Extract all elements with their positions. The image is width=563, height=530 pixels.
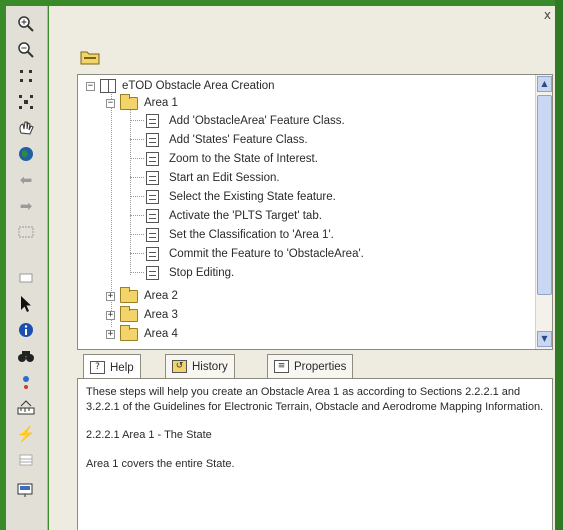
step-icon (146, 190, 159, 204)
step-icon (146, 247, 159, 261)
step-label: Start an Edit Session. (169, 172, 280, 184)
panel-tabs: ? Help ↺ History ≡ Properties (77, 354, 553, 380)
area-1-label: Area 1 (144, 97, 178, 109)
forward-icon[interactable]: ➡ (14, 196, 38, 216)
step-label: Set the Classification to 'Area 1'. (169, 229, 334, 241)
help-paragraph: Area 1 covers the entire State. (86, 457, 235, 470)
step-editor-panel: x − eTOD Obstacle Area Creation − Area 1… (49, 6, 555, 530)
table-icon[interactable] (14, 450, 38, 470)
scroll-up-icon[interactable]: ▲ (537, 76, 552, 92)
help-paragraph: These steps will help you create an Obst… (86, 386, 544, 413)
identify-icon[interactable] (14, 320, 38, 340)
folder-open-icon (120, 93, 138, 110)
step-label: Add 'ObstacleArea' Feature Class. (169, 115, 345, 127)
area-3-label: Area 3 (144, 309, 178, 321)
back-icon[interactable]: ⬅ (14, 170, 38, 190)
tree-root[interactable]: − eTOD Obstacle Area Creation (86, 77, 275, 95)
step-icon (146, 266, 159, 280)
tree-scrollbar[interactable]: ▲ ▼ (535, 75, 552, 349)
tree-step[interactable]: Commit the Feature to 'ObstacleArea'. (146, 245, 364, 263)
tree-step[interactable]: Stop Editing. (146, 264, 234, 282)
scroll-down-icon[interactable]: ▼ (537, 331, 552, 347)
close-icon[interactable]: x (544, 8, 551, 22)
step-icon (146, 228, 159, 242)
tree-node-area-3[interactable]: + Area 3 (106, 305, 178, 324)
tab-properties-label: Properties (294, 360, 347, 373)
scrollbar-thumb[interactable] (537, 95, 552, 295)
folder-icon (120, 305, 138, 322)
tree-root-label: eTOD Obstacle Area Creation (122, 80, 275, 92)
step-label: Commit the Feature to 'ObstacleArea'. (169, 248, 364, 260)
slide-frame-right (555, 0, 563, 530)
properties-icon: ≡ (274, 360, 289, 373)
area-3-expander[interactable]: + (106, 310, 115, 320)
tree-step[interactable]: Add 'States' Feature Class. (146, 131, 308, 149)
help-icon: ? (90, 361, 105, 374)
time-slider-icon[interactable] (14, 480, 38, 500)
fixed-zoom-in-icon[interactable] (14, 66, 38, 86)
zoom-out-icon[interactable] (14, 40, 38, 60)
tab-properties[interactable]: ≡ Properties (267, 354, 354, 378)
tree-step[interactable]: Add 'ObstacleArea' Feature Class. (146, 112, 345, 130)
hyperlink-icon[interactable]: ⚡ (14, 424, 38, 444)
tree-node-area-1[interactable]: − Area 1 (106, 93, 178, 112)
book-icon (100, 79, 116, 93)
area-2-expander[interactable]: + (106, 291, 115, 301)
measure-icon[interactable] (14, 398, 38, 418)
step-icon (146, 152, 159, 166)
step-icon (146, 209, 159, 223)
area-2-label: Area 2 (144, 290, 178, 302)
fixed-zoom-out-icon[interactable] (14, 92, 38, 112)
help-paragraph: 2.2.2.1 Area 1 - The State (86, 429, 212, 441)
folder-icon (120, 286, 138, 303)
tree-node-area-4[interactable]: + Area 4 (106, 324, 178, 343)
step-icon (146, 133, 159, 147)
tree-step[interactable]: Select the Existing State feature. (146, 188, 336, 206)
tree-step[interactable]: Set the Classification to 'Area 1'. (146, 226, 334, 244)
step-label: Add 'States' Feature Class. (169, 134, 308, 146)
go-to-xy-icon[interactable] (14, 372, 38, 392)
select-features-icon[interactable] (14, 222, 38, 242)
history-icon: ↺ (172, 360, 187, 373)
find-icon[interactable] (14, 346, 38, 366)
step-icon (146, 114, 159, 128)
help-content: These steps will help you create an Obst… (77, 378, 553, 530)
open-folder-icon[interactable] (79, 48, 101, 66)
zoom-in-icon[interactable] (14, 14, 38, 34)
step-label: Select the Existing State feature. (169, 191, 336, 203)
tab-history-label: History (192, 360, 228, 373)
area-1-expander[interactable]: − (106, 98, 115, 108)
step-label: Activate the 'PLTS Target' tab. (169, 210, 322, 222)
tools-toolbar: ⬅ ➡ ⚡ (6, 6, 48, 530)
clear-selection-icon[interactable] (14, 268, 38, 288)
folder-icon (120, 324, 138, 341)
tab-help-label: Help (110, 361, 134, 374)
steps-tree: − eTOD Obstacle Area Creation − Area 1 A… (77, 74, 553, 350)
area-4-label: Area 4 (144, 328, 178, 340)
tab-history[interactable]: ↺ History (165, 354, 235, 378)
tab-help[interactable]: ? Help (83, 354, 141, 380)
step-icon (146, 171, 159, 185)
tree-step[interactable]: Zoom to the State of Interest. (146, 150, 318, 168)
select-elements-icon[interactable] (14, 294, 38, 314)
full-extent-icon[interactable] (14, 144, 38, 164)
tree-node-area-2[interactable]: + Area 2 (106, 286, 178, 305)
step-label: Stop Editing. (169, 267, 235, 279)
area-4-expander[interactable]: + (106, 329, 115, 339)
tree-root-expander[interactable]: − (86, 81, 95, 91)
pan-icon[interactable] (14, 118, 38, 138)
tree-step[interactable]: Start an Edit Session. (146, 169, 280, 187)
step-label: Zoom to the State of Interest. (169, 153, 318, 165)
tree-step[interactable]: Activate the 'PLTS Target' tab. (146, 207, 322, 225)
